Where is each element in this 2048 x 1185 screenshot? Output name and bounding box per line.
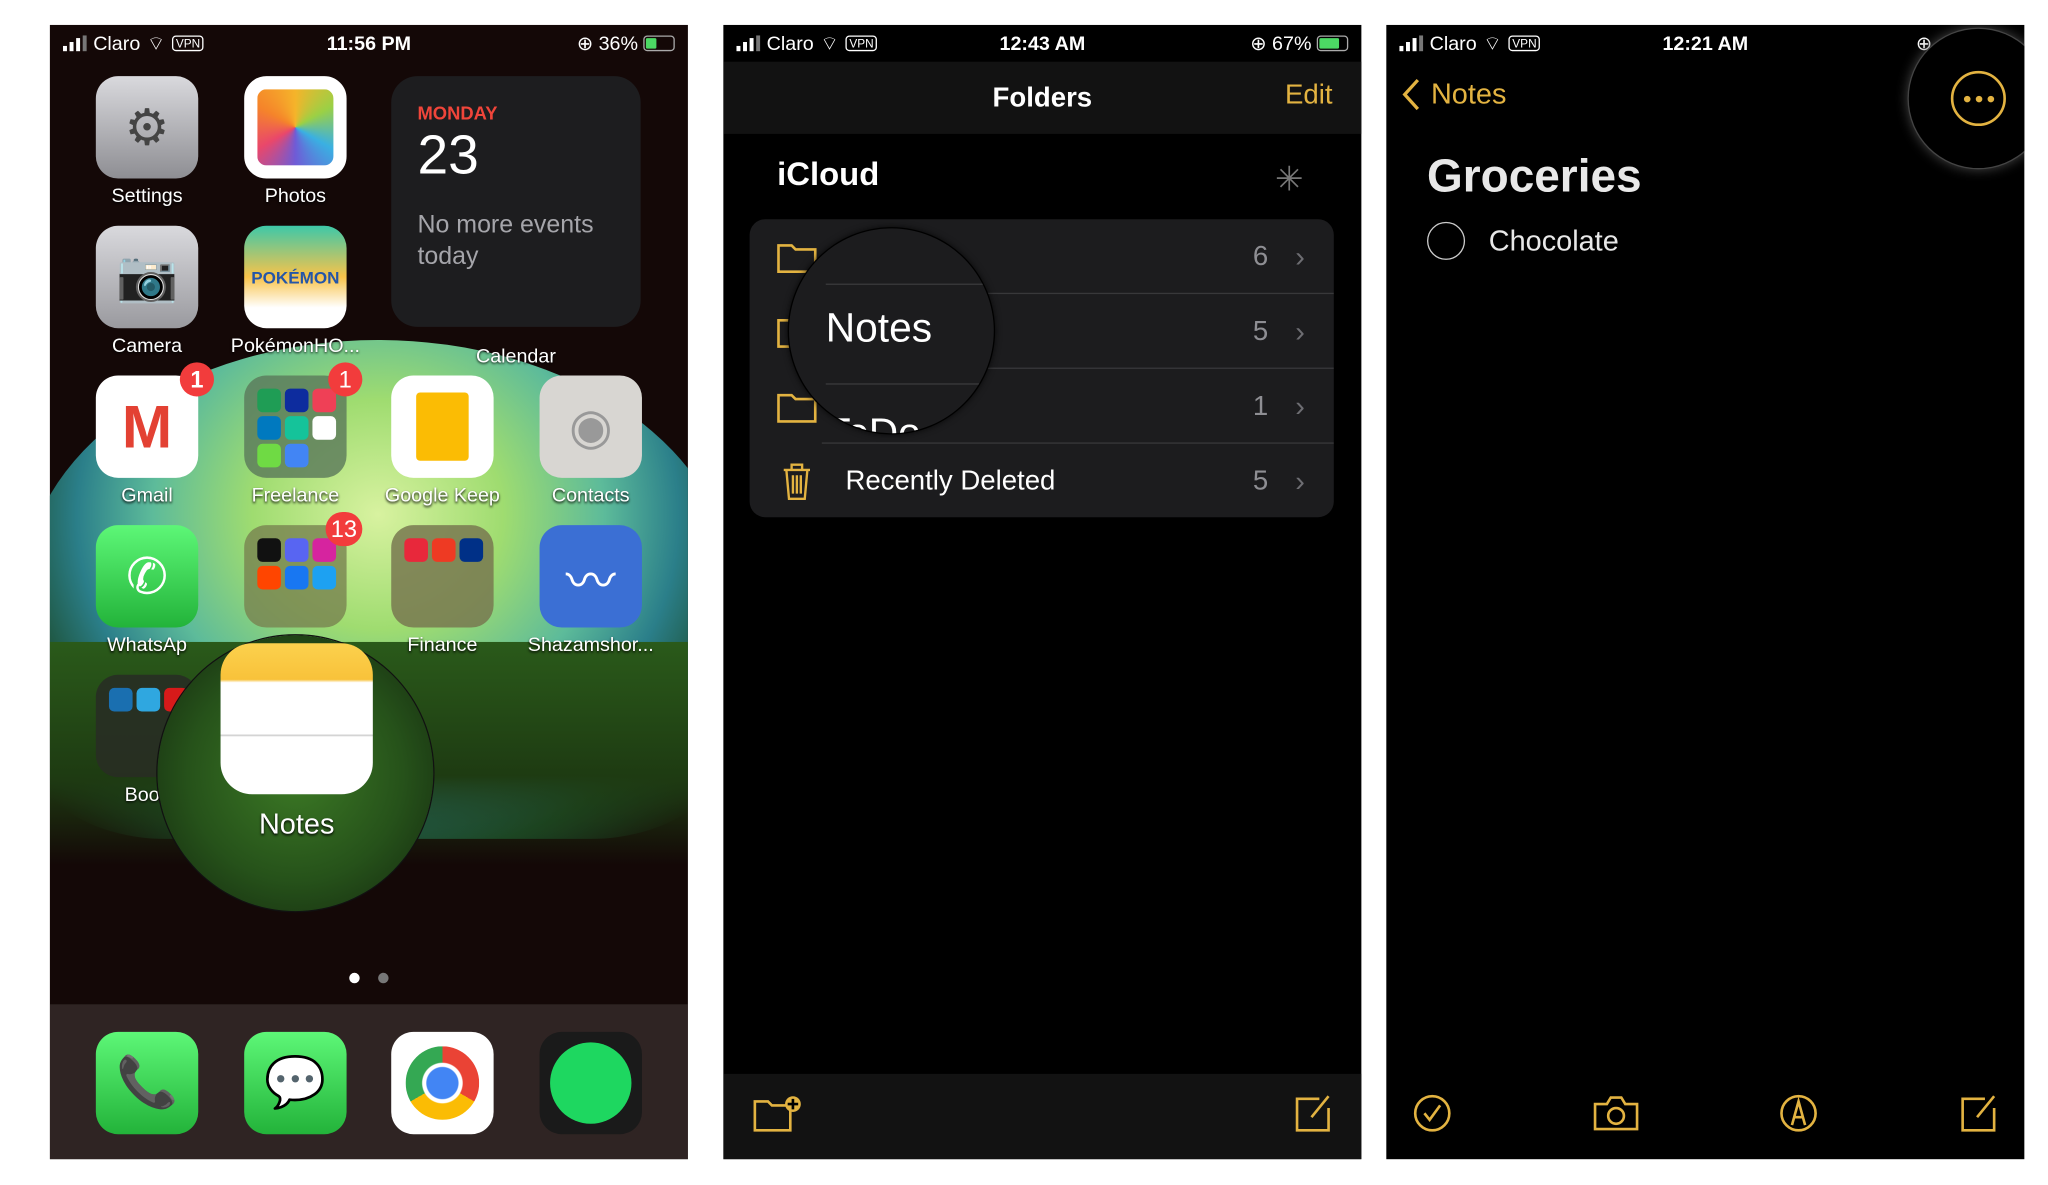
- status-bar: Claro ⌔ VPN 12:43 AM ⊕ 67%: [723, 25, 1361, 62]
- trash-icon: [776, 462, 818, 500]
- gmail-icon: M1: [95, 362, 214, 478]
- notification-badge: 1: [179, 362, 214, 397]
- app-notes[interactable]: Notes: [220, 643, 373, 841]
- clock: 12:43 AM: [999, 32, 1086, 55]
- folder-row-recently-deleted[interactable]: Recently Deleted 5 ›: [750, 444, 1334, 518]
- waveform-icon: 〰: [539, 525, 642, 628]
- page-indicator[interactable]: [50, 972, 688, 984]
- contacts-icon: ◉: [539, 375, 642, 478]
- vpn-badge: VPN: [1508, 35, 1541, 52]
- wifi-icon: ⌔: [820, 32, 839, 55]
- photos-icon: [244, 76, 347, 179]
- note-screen: Claro ⌔ VPN 12:21 AM ⊕ Notes Groceries Cho…: [1386, 24, 2025, 1160]
- markup-icon[interactable]: [1779, 1094, 1818, 1140]
- bottom-toolbar: [1386, 1074, 2024, 1159]
- dock-phone[interactable]: 📞: [81, 1031, 212, 1135]
- vpn-badge: VPN: [171, 35, 205, 52]
- chevron-left-icon: [1402, 78, 1420, 111]
- nav-bar: Folders Edit: [723, 61, 1362, 134]
- bottom-toolbar: [723, 1073, 1362, 1160]
- note-title[interactable]: Groceries: [1427, 151, 1642, 204]
- chrome-icon: [391, 1031, 494, 1135]
- section-header-icloud: iCloud: [777, 156, 880, 193]
- widget-day: MONDAY: [417, 102, 498, 124]
- signal-icon: [1399, 35, 1424, 52]
- edit-button[interactable]: Edit: [1285, 80, 1333, 112]
- dock-spotify[interactable]: [525, 1031, 656, 1135]
- app-google-keep[interactable]: Google Keep: [377, 375, 508, 507]
- folder-icon: 13: [244, 511, 363, 628]
- folder-freelance[interactable]: 1 Freelance: [230, 362, 363, 507]
- app-photos[interactable]: Photos: [230, 76, 361, 207]
- clock: 11:56 PM: [326, 32, 412, 55]
- signal-icon: [63, 35, 87, 52]
- page-dot[interactable]: [349, 972, 360, 984]
- rotation-lock-icon: ⊕: [576, 32, 594, 56]
- notification-badge: 13: [325, 511, 363, 547]
- chevron-right-icon: ›: [1295, 239, 1305, 273]
- camera-icon[interactable]: [1592, 1094, 1639, 1140]
- wifi-icon: ⌔: [1483, 32, 1502, 55]
- chevron-right-icon: ›: [1295, 389, 1305, 423]
- back-button[interactable]: Notes: [1402, 77, 1506, 111]
- home-screen: Claro ⌔ VPN 11:56 PM ⊕ 36% ⚙ Settings Photos…: [49, 24, 688, 1160]
- phone-icon: 📞: [95, 1031, 199, 1135]
- checkbox[interactable]: [1427, 221, 1466, 260]
- rotation-lock-icon: ⊕: [1250, 32, 1267, 56]
- app-whatsapp[interactable]: ✆ WhatsAp: [81, 525, 212, 656]
- app-settings[interactable]: ⚙ Settings: [81, 76, 212, 207]
- app-pokemon-home[interactable]: POKÉMON PokémonHO...: [230, 225, 361, 357]
- app-shazam-shortcut[interactable]: 〰 Shazamshor...: [525, 525, 656, 656]
- spotify-icon: [539, 1031, 642, 1135]
- dock-messages[interactable]: 💬: [230, 1031, 361, 1135]
- folder-icon: 1: [244, 362, 363, 478]
- vpn-badge: VPN: [845, 35, 878, 52]
- page-dot[interactable]: [378, 972, 389, 984]
- calendar-widget[interactable]: MONDAY 23 No more events today: [391, 76, 641, 327]
- new-folder-icon[interactable]: [752, 1094, 802, 1140]
- more-options-button[interactable]: [1950, 70, 2006, 127]
- compose-icon[interactable]: [1293, 1094, 1332, 1140]
- wifi-icon: ⌔: [146, 32, 166, 55]
- battery-percent: 36%: [598, 32, 639, 55]
- carrier: Claro: [1429, 32, 1477, 55]
- app-gmail[interactable]: M 1 Gmail: [81, 362, 214, 507]
- pokemon-icon: POKÉMON: [244, 225, 347, 329]
- chevron-right-icon: ›: [1295, 314, 1305, 348]
- widget-date: 23: [417, 123, 479, 186]
- whatsapp-icon: ✆: [95, 525, 199, 628]
- messages-icon: 💬: [244, 1031, 347, 1135]
- carrier: Claro: [93, 32, 141, 55]
- loading-spinner-icon: ✳: [1274, 158, 1304, 199]
- notes-icon: [220, 643, 373, 795]
- chevron-right-icon: ›: [1295, 464, 1305, 497]
- magnifier: Notes ToDo: [788, 228, 994, 434]
- carrier: Claro: [766, 32, 814, 55]
- battery-icon: [643, 35, 675, 52]
- folder-name-notes: Notes: [825, 304, 933, 351]
- app-contacts[interactable]: ◉ Contacts: [525, 375, 656, 507]
- battery-icon: [1316, 35, 1349, 52]
- battery-percent: 67%: [1272, 32, 1312, 55]
- widget-events: No more events today: [417, 211, 594, 271]
- page-title: Folders: [992, 82, 1093, 113]
- calendar-widget-label: Calendar: [475, 345, 556, 368]
- folder-finance[interactable]: Finance: [377, 525, 508, 656]
- signal-icon: [736, 35, 761, 52]
- status-bar: Claro ⌔ VPN 11:56 PM ⊕ 36%: [50, 25, 688, 62]
- notification-badge: 1: [328, 362, 363, 397]
- dock-chrome[interactable]: [377, 1031, 508, 1135]
- clock: 12:21 AM: [1662, 32, 1749, 55]
- compose-icon[interactable]: [1959, 1094, 1998, 1140]
- checklist-item[interactable]: Chocolate: [1427, 221, 1619, 260]
- camera-icon: 📷: [95, 225, 199, 329]
- checklist-icon[interactable]: [1413, 1094, 1452, 1140]
- folder-name-todo: ToDo: [825, 409, 921, 434]
- keep-icon: [391, 375, 494, 478]
- app-camera[interactable]: 📷 Camera: [81, 225, 212, 357]
- folder-icon: [391, 525, 494, 628]
- dock: 📞 💬: [49, 1004, 688, 1160]
- notes-folders-screen: Claro ⌔ VPN 12:43 AM ⊕ 67% Folders Edit iClo…: [723, 24, 1362, 1160]
- gear-icon: ⚙: [95, 76, 199, 179]
